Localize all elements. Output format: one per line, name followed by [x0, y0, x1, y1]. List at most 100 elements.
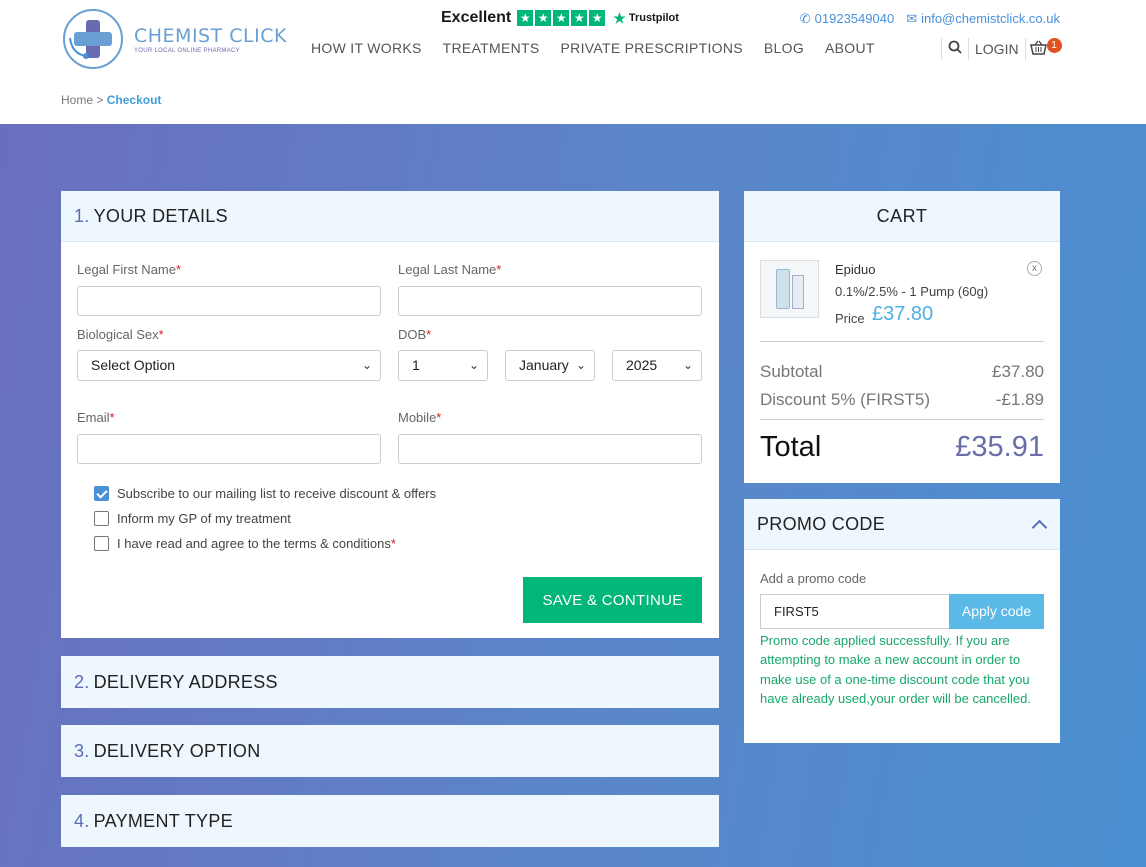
delivery-option-panel[interactable]: 3. DELIVERY OPTION [61, 725, 719, 777]
email-link[interactable]: ✉ info@chemistclick.co.uk [906, 11, 1060, 27]
star-icon: ★ [589, 10, 606, 26]
logo[interactable]: CHEMIST CLICK YOUR LOCAL ONLINE PHARMACY [62, 8, 292, 70]
promo-success-message: Promo code applied successfully. If you … [760, 633, 1031, 707]
step-title: PAYMENT TYPE [93, 810, 233, 831]
star-icon: ★ [571, 10, 588, 26]
price-label: Price [835, 311, 865, 326]
contact-info: ✆ 01923549040 ✉ info@chemistclick.co.uk [800, 11, 1060, 27]
dob-year-select[interactable]: 2025 ⌄ [612, 350, 702, 381]
promo-code-input[interactable]: FIRST5 [760, 594, 949, 629]
chevron-down-icon: ⌄ [682, 358, 693, 372]
trustpilot-rating-label: Excellent [441, 9, 512, 26]
breadcrumb-home[interactable]: Home [61, 93, 93, 107]
trustpilot-widget[interactable]: Excellent ★ ★ ★ ★ ★ ★ Trustpilot [441, 9, 679, 27]
chevron-down-icon: ⌄ [575, 358, 586, 372]
product-price: £37.80 [872, 303, 934, 325]
total-value: £35.91 [955, 431, 1044, 463]
save-continue-button[interactable]: SAVE & CONTINUE [523, 577, 702, 623]
cart-count-badge: 1 [1046, 38, 1062, 53]
dob-day-select[interactable]: 1 ⌄ [398, 350, 488, 381]
total-row: Total £35.91 [760, 431, 1044, 464]
step-title: YOUR DETAILS [93, 205, 228, 226]
cart-title: CART [744, 191, 1060, 242]
sex-select[interactable]: Select Option ⌄ [77, 350, 381, 381]
trustpilot-star-icon: ★ [613, 9, 626, 26]
nav-treatments[interactable]: TREATMENTS [443, 40, 540, 56]
divider [760, 341, 1044, 342]
nav-blog[interactable]: BLOG [764, 40, 804, 56]
trustpilot-stars: ★ ★ ★ ★ ★ [517, 10, 606, 26]
chevron-down-icon: ⌄ [468, 358, 479, 372]
breadcrumb-separator: > [96, 93, 104, 107]
your-details-panel: 1. YOUR DETAILS Legal First Name* Legal … [61, 191, 719, 638]
terms-checkbox[interactable] [94, 536, 109, 551]
star-icon: ★ [517, 10, 534, 26]
email-input[interactable] [77, 434, 381, 464]
breadcrumb-current: Checkout [106, 93, 162, 107]
star-icon: ★ [553, 10, 570, 26]
last-name-label: Legal Last Name* [398, 262, 502, 277]
phone-icon: ✆ [799, 11, 811, 26]
apply-code-button[interactable]: Apply code [949, 594, 1044, 629]
remove-item-icon[interactable]: x [1027, 261, 1042, 276]
mobile-label: Mobile* [398, 410, 442, 425]
product-image [760, 260, 819, 318]
chevron-up-icon[interactable] [1032, 517, 1046, 531]
star-icon: ★ [535, 10, 552, 26]
dob-month-select[interactable]: January ⌄ [505, 350, 595, 381]
delivery-address-panel[interactable]: 2. DELIVERY ADDRESS [61, 656, 719, 708]
terms-checkbox-row[interactable]: I have read and agree to the terms & con… [94, 536, 396, 551]
sex-label: Biological Sex* [77, 327, 164, 342]
logo-tagline: YOUR LOCAL ONLINE PHARMACY [134, 47, 240, 54]
divider [760, 419, 1044, 420]
total-label: Total [760, 431, 822, 463]
logo-icon [63, 9, 123, 69]
product-name[interactable]: Epiduo [835, 262, 875, 277]
envelope-icon: ✉ [906, 11, 918, 26]
payment-type-panel[interactable]: 4. PAYMENT TYPE [61, 795, 719, 847]
discount-value: -£1.89 [995, 390, 1044, 409]
step-title: DELIVERY ADDRESS [93, 671, 278, 692]
step-number: 2. [74, 671, 90, 692]
subtotal-label: Subtotal [760, 362, 823, 381]
email-label: Email* [77, 410, 115, 425]
dob-label: DOB* [398, 327, 432, 342]
basket-icon [1030, 40, 1048, 55]
subscribe-checkbox-row[interactable]: Subscribe to our mailing list to receive… [94, 486, 436, 501]
login-link[interactable]: LOGIN [969, 41, 1025, 57]
step-number: 3. [74, 740, 90, 761]
last-name-input[interactable] [398, 286, 702, 316]
phone-link[interactable]: ✆ 01923549040 [800, 11, 894, 27]
subtotal-row: Subtotal £37.80 [760, 362, 1044, 382]
promo-header[interactable]: PROMO CODE [744, 499, 1060, 550]
step-number: 4. [74, 810, 90, 831]
nav-how-it-works[interactable]: HOW IT WORKS [311, 40, 422, 56]
header-utilities: LOGIN 1 [941, 38, 1062, 60]
first-name-input[interactable] [77, 286, 381, 316]
breadcrumb: Home > Checkout [61, 93, 161, 107]
search-icon[interactable] [942, 40, 968, 58]
nav-private-prescriptions[interactable]: PRIVATE PRESCRIPTIONS [561, 40, 743, 56]
gp-checkbox-row[interactable]: Inform my GP of my treatment [94, 511, 291, 526]
cart-panel: CART Epiduo 0.1%/2.5% - 1 Pump (60g) Pri… [744, 191, 1060, 483]
trustpilot-brand: Trustpilot [628, 12, 679, 24]
your-details-header[interactable]: 1. YOUR DETAILS [61, 191, 719, 242]
step-title: DELIVERY OPTION [93, 740, 261, 761]
step-number: 1. [74, 205, 90, 226]
subscribe-checkbox[interactable] [94, 486, 109, 501]
terms-label: I have read and agree to the terms & con… [117, 536, 391, 551]
subscribe-label: Subscribe to our mailing list to receive… [117, 486, 437, 501]
nav-about[interactable]: ABOUT [825, 40, 875, 56]
promo-label: Add a promo code [760, 571, 867, 586]
logo-name: CHEMIST CLICK [134, 24, 287, 47]
promo-title: PROMO CODE [757, 513, 886, 534]
chevron-down-icon: ⌄ [361, 358, 372, 372]
site-header: CHEMIST CLICK YOUR LOCAL ONLINE PHARMACY… [0, 0, 1146, 124]
cart-button[interactable]: 1 [1026, 38, 1062, 58]
mobile-input[interactable] [398, 434, 702, 464]
first-name-label: Legal First Name* [77, 262, 182, 277]
discount-row: Discount 5% (FIRST5) -£1.89 [760, 390, 1044, 410]
gp-checkbox[interactable] [94, 511, 109, 526]
gp-label: Inform my GP of my treatment [117, 511, 291, 526]
subtotal-value: £37.80 [992, 362, 1044, 381]
